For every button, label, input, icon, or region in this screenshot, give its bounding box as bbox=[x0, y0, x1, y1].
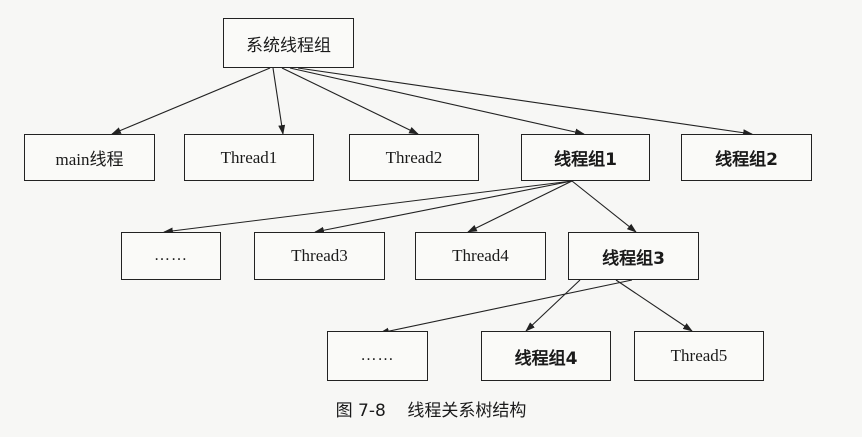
node-thread3: Thread3 bbox=[254, 232, 385, 280]
node-thread-group-4: 线程组4 bbox=[481, 331, 611, 381]
node-system-thread-group: 系统线程组 bbox=[223, 18, 354, 68]
node-ellipsis-1: …… bbox=[121, 232, 221, 280]
edge-group1-group3 bbox=[571, 180, 637, 233]
node-thread1: Thread1 bbox=[184, 134, 314, 181]
edge-group3-thread5 bbox=[615, 279, 693, 332]
edge-group1-ellipsis1 bbox=[163, 180, 573, 235]
figure-caption: 图 7-8 线程关系树结构 bbox=[335, 401, 527, 421]
edge-group3-group4 bbox=[525, 279, 581, 332]
node-main-thread: main线程 bbox=[24, 134, 155, 181]
node-thread-group-1: 线程组1 bbox=[521, 134, 650, 181]
edge-root-thread1 bbox=[272, 67, 286, 135]
edge-root-thread2 bbox=[281, 67, 419, 135]
edge-group1-thread4 bbox=[467, 180, 573, 233]
edge-root-group1 bbox=[289, 67, 585, 136]
thread-tree-diagram: 系统线程组 main线程 Thread1 Thread2 线程组1 线程组2 …… bbox=[0, 0, 862, 437]
node-thread-group-3: 线程组3 bbox=[568, 232, 699, 280]
edge-root-group2 bbox=[297, 67, 753, 137]
edge-group1-thread3 bbox=[314, 180, 573, 234]
edge-root-main bbox=[111, 67, 271, 135]
edge-group3-ellipsis2 bbox=[379, 279, 633, 335]
node-thread4: Thread4 bbox=[415, 232, 546, 280]
node-thread-group-2: 线程组2 bbox=[681, 134, 812, 181]
node-thread5: Thread5 bbox=[634, 331, 764, 381]
node-thread2: Thread2 bbox=[349, 134, 479, 181]
node-ellipsis-2: …… bbox=[327, 331, 428, 381]
